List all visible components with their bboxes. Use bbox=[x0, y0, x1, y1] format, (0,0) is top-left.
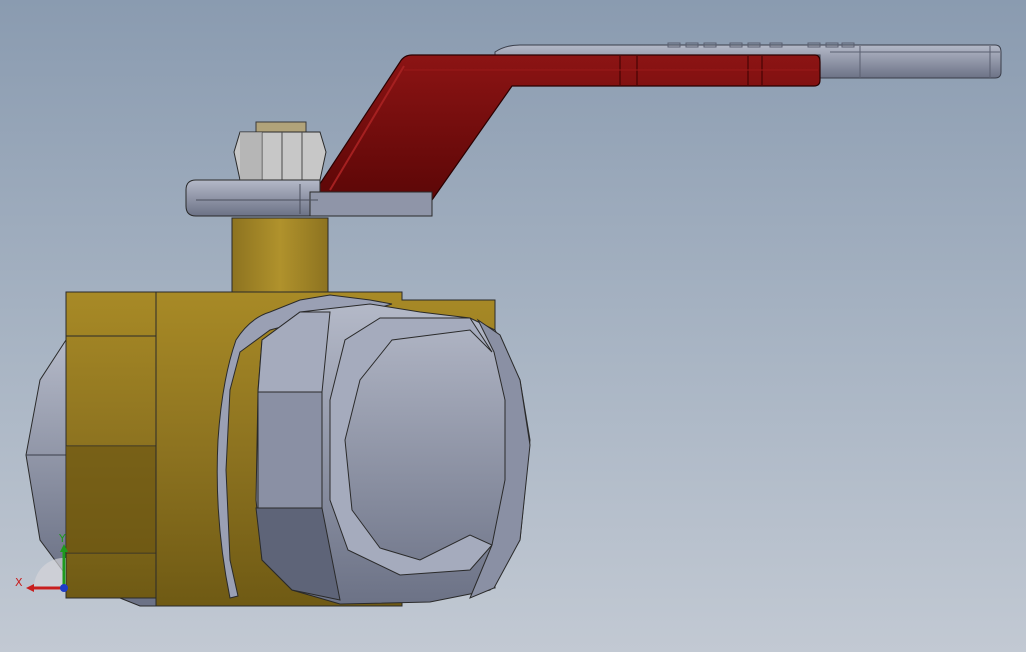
ball-valve-model[interactable] bbox=[0, 0, 1026, 652]
valve-stem bbox=[231, 217, 329, 299]
triad-y-label: Y bbox=[59, 532, 66, 545]
z-axis-dot bbox=[60, 584, 68, 592]
coordinate-triad bbox=[26, 544, 68, 592]
handle-lever bbox=[309, 54, 821, 208]
union-coupling bbox=[216, 294, 531, 605]
stem-nut bbox=[233, 121, 327, 181]
cad-viewport[interactable]: X Y bbox=[0, 0, 1026, 652]
triad-x-label: X bbox=[15, 576, 23, 589]
